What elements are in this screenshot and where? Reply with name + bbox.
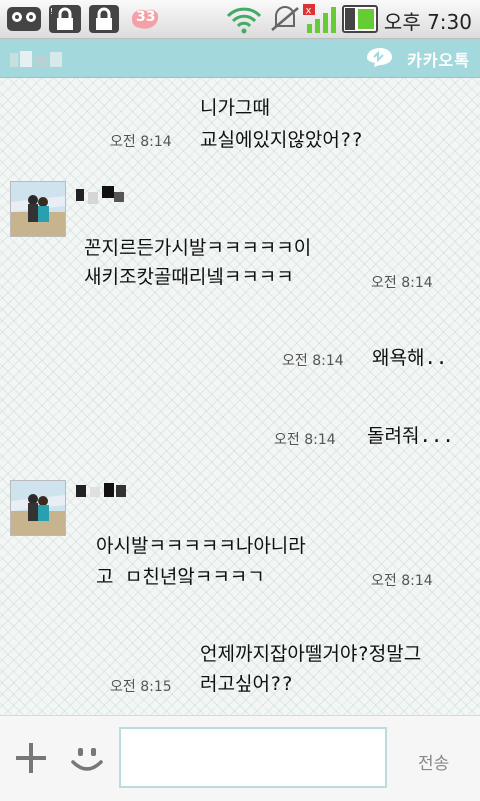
battery-icon <box>342 5 378 33</box>
avatar[interactable] <box>10 480 66 536</box>
message-text: 돌려줘... <box>367 425 454 447</box>
message-text: 왜욕해.. <box>372 347 448 369</box>
chat-partner-name-blurred <box>10 51 62 67</box>
wifi-icon <box>226 7 262 34</box>
message-time: 오전 8:14 <box>371 573 433 589</box>
sender-name-blurred <box>76 483 126 497</box>
message-text: 교실에있지않았어?? <box>200 129 363 151</box>
message-text: 니가그때 <box>200 97 270 119</box>
message-input[interactable] <box>119 727 387 788</box>
send-button[interactable]: 전송 <box>418 749 449 774</box>
message-time: 오전 8:14 <box>274 432 336 448</box>
status-time: 오후 7:30 <box>383 10 472 34</box>
avatar[interactable] <box>10 181 66 237</box>
message-text: 새키조캇골때리넼ㅋㅋㅋㅋ <box>84 266 294 288</box>
message-text: 아시발ㅋㅋㅋㅋㅋ나아니라 <box>96 535 306 557</box>
notification-badge-icon: 33 <box>128 6 162 32</box>
mute-icon <box>271 6 299 31</box>
plus-icon[interactable] <box>14 741 48 775</box>
message-text: 언제까지잡아뗄거야?정말그 <box>200 643 422 665</box>
svg-text:!: ! <box>50 7 53 16</box>
message-time: 오전 8:15 <box>110 679 172 695</box>
kakaotalk-logo-icon <box>367 48 392 67</box>
lock-icon <box>89 5 119 33</box>
status-bar: ! 33 x 오후 7:30 <box>0 0 480 39</box>
cassette-tape-icon <box>7 7 41 31</box>
chat-header: 카카오톡 <box>0 39 480 78</box>
emoticon-icon[interactable] <box>68 740 106 778</box>
sender-name-blurred <box>76 186 124 204</box>
lock-icon: ! <box>49 5 81 33</box>
message-text: 러고싶어?? <box>200 673 293 695</box>
message-text: 고 ㅁ친년앜ㅋㅋㅋㄱ <box>96 566 265 588</box>
signal-icon: x <box>303 4 336 33</box>
svg-text:x: x <box>306 6 312 17</box>
message-text: 꼰지르든가시발ㅋㅋㅋㅋㅋ이 <box>84 237 312 259</box>
message-time: 오전 8:14 <box>371 275 433 291</box>
message-time: 오전 8:14 <box>110 134 172 150</box>
input-bar: 전송 <box>0 715 480 801</box>
brand-label: 카카오톡 <box>407 51 470 70</box>
notification-count: 33 <box>136 9 156 25</box>
chat-area[interactable]: 니가그때 교실에있지않았어?? 오전 8:14 꼰지르든가시발ㅋㅋㅋㅋㅋ이 새키… <box>0 78 480 715</box>
message-time: 오전 8:14 <box>282 353 344 369</box>
